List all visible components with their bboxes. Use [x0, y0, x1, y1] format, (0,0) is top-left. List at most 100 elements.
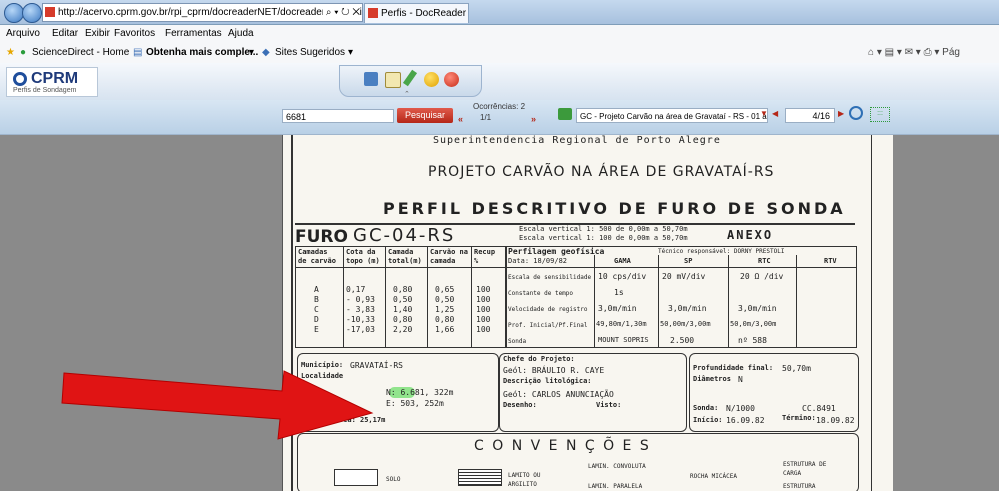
col-rtc: RTC — [758, 257, 771, 265]
browser-tab[interactable]: Perfis - DocReader LIGHT ✕ — [364, 3, 469, 38]
desenho-label: Desenho: — [503, 401, 537, 409]
conventions-title: C O N V E N Ç Õ E S — [474, 438, 651, 454]
prof-final-value: 50,70m — [782, 364, 811, 373]
search-input[interactable]: 6681 — [282, 109, 394, 123]
param-sp: 50,00m/3,00m — [660, 320, 711, 328]
fav-sites-dropdown-icon[interactable]: ▾ — [348, 47, 353, 58]
param-label: Velocidade de registro — [508, 306, 588, 313]
project-box: Chefe do Projeto: Geól: BRÁULIO R. CAYE … — [499, 353, 687, 432]
prof-final-label: Profundidade final: — [693, 364, 774, 372]
next-occurrence-icon[interactable]: » — [531, 114, 536, 124]
address-controls-icon[interactable]: ⌕ ▾ ↻ ✕ — [322, 4, 360, 21]
menu-editar[interactable]: Editar — [52, 28, 78, 39]
document-select[interactable]: GC - Projeto Carvão na área de Gravataí … — [576, 108, 768, 123]
sites-icon: ◆ — [262, 47, 270, 58]
diametros-label: Diâmetros — [693, 375, 731, 383]
param-label: Prof. Inicial/Pf.Final — [508, 322, 588, 329]
page-field[interactable]: 4/16 — [785, 108, 835, 123]
coord-n: N: 6.681, 322m — [386, 388, 454, 397]
legend-estrutura-carga: ESTRUTURA DE CARGA — [783, 461, 827, 477]
col-recup: Recup % — [474, 248, 496, 265]
prev-page-icon[interactable]: ◀ — [772, 109, 778, 118]
cprm-logo: CPRM Perfis de Sondagem — [6, 67, 98, 97]
chefe-value: Geól: BRÁULIO R. CAYE — [503, 366, 605, 375]
termino-value: 18.09.82 — [816, 416, 855, 425]
prev-occurrence-icon[interactable]: « — [458, 114, 463, 124]
occurrences-position: 1/1 — [480, 113, 492, 122]
visto-label: Visto: — [596, 401, 622, 409]
furo-header: FURO GC-04-RS Escala vertical 1: 500 de … — [295, 223, 855, 247]
menu-bar: Arquivo Editar Exibir Favoritos Ferramen… — [0, 25, 999, 43]
toolbar-collapse-icon[interactable]: ⌃ — [404, 90, 410, 98]
table-cell: 1,25 — [435, 305, 455, 314]
param-label: Escala de sensibilidade — [508, 274, 592, 281]
search-toolbar: 6681 Pesquisar « Ocorrências: 2 1/1 » GC… — [0, 100, 999, 135]
menu-ajuda[interactable]: Ajuda — [228, 28, 254, 39]
forward-icon[interactable] — [22, 3, 42, 23]
table-cell: D — [314, 315, 319, 324]
close-document-icon[interactable] — [444, 72, 459, 87]
table-cell: 0,80 — [393, 315, 413, 324]
sonda-label: Sonda: — [693, 404, 719, 412]
param-rtc: 3,0m/min — [738, 304, 777, 313]
solo-symbol — [334, 469, 378, 486]
fav-sites-sugeridos[interactable]: Sites Sugeridos — [275, 47, 345, 58]
browser-titlebar: http://acervo.cprm.gov.br/rpi_cprm/docre… — [0, 0, 999, 38]
param-rtc: nº 588 — [738, 336, 767, 345]
fav-obtenha[interactable]: Obtenha mais comple... — [146, 47, 258, 58]
favorites-bar: ★ ● ScienceDirect - Home ▤ Obtenha mais … — [0, 43, 999, 64]
zoom-icon[interactable] — [849, 106, 863, 120]
print-icon[interactable] — [385, 72, 401, 88]
col-carvao: Carvão na camada — [430, 248, 468, 265]
fav-sciencedirect[interactable]: ScienceDirect - Home — [32, 47, 129, 58]
param-sp: 3,0m/min — [668, 304, 707, 313]
legend-rocha-micacea: ROCHA MICÁCEA — [690, 473, 737, 480]
app-header: CPRM Perfis de Sondagem ⌃ — [0, 63, 999, 100]
menu-ferramentas[interactable]: Ferramentas — [165, 28, 222, 39]
table-cell: -17,03 — [346, 325, 375, 334]
menu-favoritos[interactable]: Favoritos — [114, 28, 155, 39]
fav-obtenha-dropdown-icon[interactable]: ▾ — [249, 47, 254, 58]
table-cell: 0,17 — [346, 285, 366, 294]
termino-label: Término: — [782, 414, 816, 422]
search-button[interactable]: Pesquisar — [397, 108, 453, 123]
table-cell: -10,33 — [346, 315, 375, 324]
action-toolbar: ⌃ — [339, 65, 482, 98]
descricao-label: Descrição litológica: — [503, 377, 592, 385]
table-cell: 0,50 — [393, 295, 413, 304]
table-cell: 100 — [476, 325, 491, 334]
doc-title-1: PROJETO CARVÃO NA ÁREA DE GRAVATAÍ-RS — [428, 164, 775, 180]
table-cell: A — [314, 285, 319, 294]
param-gama: 3,0m/min — [598, 304, 637, 313]
thumbnails-icon[interactable]: ::: — [870, 107, 890, 122]
table-cell: 0,50 — [435, 295, 455, 304]
legend-lamin-paralela: LAMIN. PARALELA — [588, 483, 643, 490]
diametros-value: N — [738, 375, 743, 384]
col-espessura: Camada total(m) — [388, 248, 422, 265]
perfilagem-label: Perfilagem geofísica — [508, 247, 605, 256]
table-cell: B — [314, 295, 319, 304]
col-gama: GAMA — [614, 257, 631, 265]
back-icon[interactable] — [4, 3, 24, 23]
header-top: Superintendencia Regional de Porto Alegr… — [433, 135, 721, 146]
param-gama: 10 cps/div — [598, 272, 647, 281]
col-rtv: RTV — [824, 257, 837, 265]
document-dropdown-icon[interactable]: ▼ — [760, 109, 768, 118]
col-cota: Cota da topo (m) — [346, 248, 380, 265]
favorites-star-icon[interactable]: ★ — [6, 47, 15, 58]
anexo-label: ANEXO — [727, 228, 774, 242]
command-bar-icons[interactable]: ⌂ ▾ ▤ ▾ ✉ ▾ ⎙ ▾ Pág — [868, 47, 960, 58]
col-camadas: Camadas de carvão — [298, 248, 336, 265]
save-icon[interactable] — [364, 72, 378, 86]
menu-arquivo[interactable]: Arquivo — [6, 28, 40, 39]
table-cell: 100 — [476, 305, 491, 314]
app-subtitle: Perfis de Sondagem — [13, 87, 77, 94]
edit-pen-icon[interactable] — [402, 69, 418, 87]
param-gama: 49,80m/1,30m — [596, 320, 647, 328]
address-bar[interactable]: http://acervo.cprm.gov.br/rpi_cprm/docre… — [42, 3, 363, 22]
next-page-icon[interactable]: ▶ — [838, 109, 844, 118]
menu-exibir[interactable]: Exibir — [85, 28, 110, 39]
legend-estrutura: ESTRUTURA — [783, 483, 816, 490]
info-icon[interactable] — [424, 72, 439, 87]
table-cell: - 3,83 — [346, 305, 375, 314]
